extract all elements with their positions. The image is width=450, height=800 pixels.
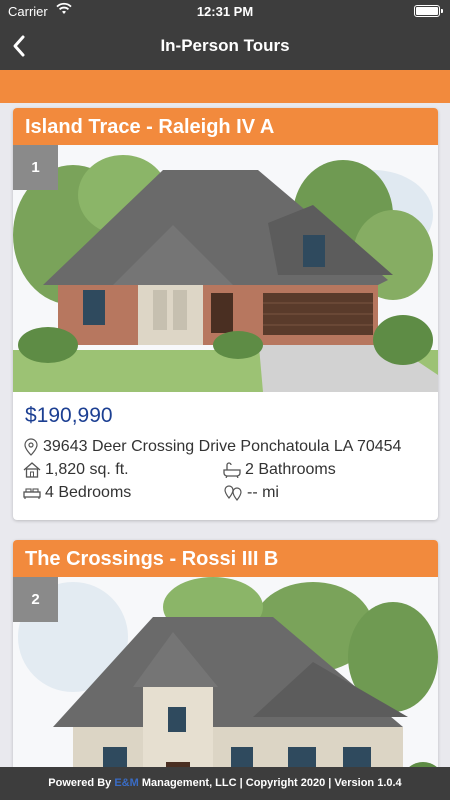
- footer-text: Management, LLC | Copyright 2020 | Versi…: [138, 777, 402, 789]
- distance-pin-icon: [224, 485, 242, 501]
- bedrooms-row: 4 Bedrooms: [23, 484, 131, 502]
- listing-number-badge: 2: [13, 577, 58, 622]
- clock: 12:31 PM: [196, 4, 254, 19]
- listing-title: The Crossings - Rossi III B: [13, 540, 438, 577]
- listing-card[interactable]: The Crossings - Rossi III B 2: [13, 540, 438, 767]
- bathrooms-row: 2 Bathrooms: [223, 461, 336, 479]
- house-rendering[interactable]: 2: [13, 577, 438, 767]
- address-row: 39643 Deer Crossing Drive Ponchatoula LA…: [23, 438, 401, 456]
- house-rendering[interactable]: 1: [13, 145, 438, 392]
- footer-prefix: Powered By: [48, 777, 115, 789]
- listing-bedrooms: 4 Bedrooms: [45, 484, 132, 501]
- distance-row: -- mi: [223, 484, 279, 502]
- listing-title: Island Trace - Raleigh IV A: [13, 108, 438, 145]
- company-logo: E&M: [114, 777, 139, 789]
- page-title: In-Person Tours: [160, 36, 290, 55]
- footer: Powered By E&M Management, LLC | Copyrig…: [0, 767, 450, 800]
- accent-bar: [0, 70, 450, 103]
- status-bar: Carrier 12:31 PM: [0, 0, 450, 22]
- listing-number-badge: 1: [13, 145, 58, 190]
- sqft-row: 1,820 sq. ft.: [23, 461, 129, 479]
- battery-icon: [414, 5, 443, 17]
- tour-list[interactable]: Island Trace - Raleigh IV A 1 $190,990 3…: [0, 103, 450, 767]
- listing-sqft: 1,820 sq. ft.: [45, 461, 129, 478]
- listing-bathrooms: 2 Bathrooms: [245, 461, 336, 478]
- listing-address: 39643 Deer Crossing Drive Ponchatoula LA…: [43, 438, 402, 455]
- listing-distance: -- mi: [247, 484, 279, 501]
- bed-icon: [23, 488, 41, 499]
- listing-price: $190,990: [25, 404, 113, 427]
- house-icon: [23, 462, 41, 478]
- location-pin-icon: [24, 438, 38, 456]
- bathtub-icon: [223, 462, 241, 478]
- nav-bar: In-Person Tours: [0, 22, 450, 70]
- listing-card[interactable]: Island Trace - Raleigh IV A 1 $190,990 3…: [13, 108, 438, 520]
